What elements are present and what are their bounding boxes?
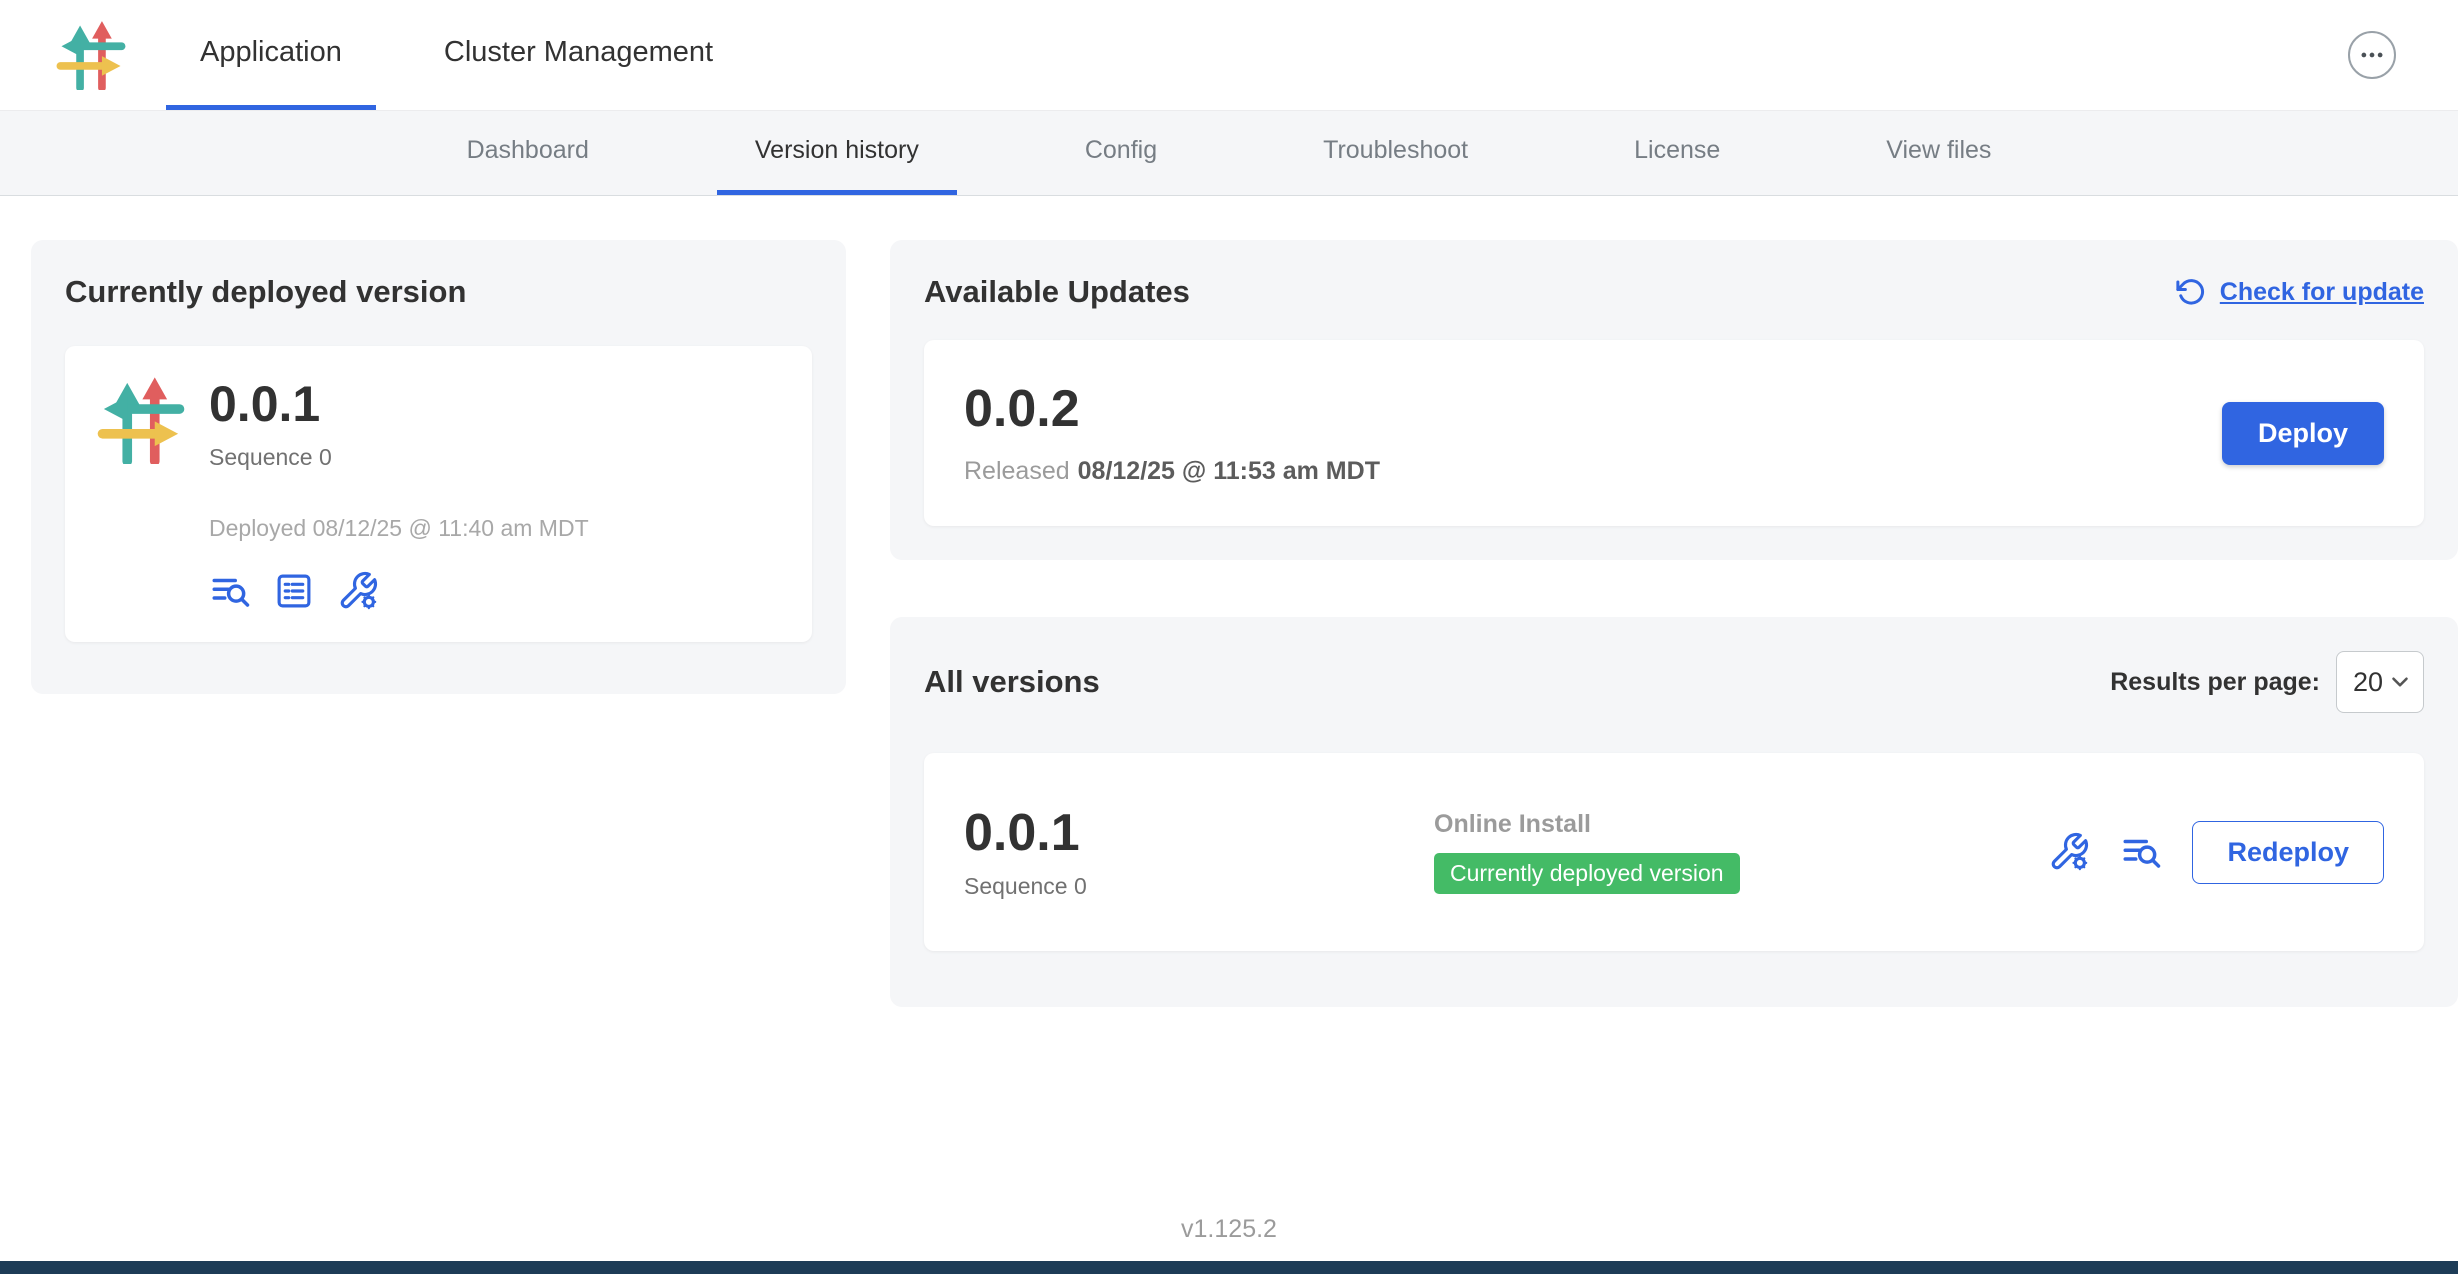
- update-version-details: 0.0.2 Released 08/12/25 @ 11:53 am MDT: [964, 381, 1380, 486]
- deploy-logs-icon[interactable]: [2120, 831, 2162, 873]
- check-for-update-link[interactable]: Check for update: [2176, 277, 2424, 307]
- subnav-item-license[interactable]: License: [1596, 111, 1758, 195]
- results-per-page-label: Results per page:: [2110, 668, 2320, 697]
- deployed-card-title: Currently deployed version: [65, 274, 812, 310]
- row-version-number: 0.0.1: [964, 805, 1434, 861]
- version-row: 0.0.1 Sequence 0 Online Install Currentl…: [924, 753, 2424, 951]
- results-per-page-select[interactable]: 20: [2336, 651, 2424, 713]
- preflight-checks-icon[interactable]: [273, 570, 315, 612]
- row-actions: Redeploy: [2048, 821, 2384, 884]
- row-install-type: Online Install: [1434, 810, 2048, 839]
- results-per-page: Results per page: 20: [2110, 651, 2424, 713]
- deployed-version-details: 0.0.1 Sequence 0 Deployed 08/12/25 @ 11:…: [209, 376, 589, 612]
- app-logo: [56, 0, 126, 110]
- row-sequence: Sequence 0: [964, 873, 1434, 900]
- subnav-item-view-files[interactable]: View files: [1848, 111, 2029, 195]
- bottom-bar: [0, 1261, 2458, 1274]
- deployed-actions: [209, 570, 589, 612]
- update-version-number: 0.0.2: [964, 381, 1380, 437]
- app-subnav: Dashboard Version history Config Trouble…: [0, 111, 2458, 196]
- subnav-item-dashboard[interactable]: Dashboard: [429, 111, 627, 195]
- released-date: 08/12/25 @ 11:53 am MDT: [1078, 457, 1380, 485]
- subnav-item-troubleshoot[interactable]: Troubleshoot: [1285, 111, 1506, 195]
- deployed-timestamp: Deployed 08/12/25 @ 11:40 am MDT: [209, 515, 589, 542]
- subnav-item-config[interactable]: Config: [1047, 111, 1195, 195]
- deployed-version-card: 0.0.1 Sequence 0 Deployed 08/12/25 @ 11:…: [65, 346, 812, 642]
- chevron-down-icon: [2387, 669, 2413, 695]
- all-versions-card: All versions Results per page: 20 0.0: [890, 617, 2458, 1007]
- refresh-icon: [2176, 277, 2206, 307]
- currently-deployed-badge: Currently deployed version: [1434, 853, 1740, 894]
- deployed-sequence: Sequence 0: [209, 444, 589, 471]
- check-for-update-label: Check for update: [2220, 278, 2424, 307]
- main-content: Currently deployed version 0.0.1 Sequenc…: [0, 196, 2458, 1007]
- deploy-logs-icon[interactable]: [209, 570, 251, 612]
- available-updates-title: Available Updates: [924, 274, 1190, 310]
- deploy-button[interactable]: Deploy: [2222, 402, 2384, 465]
- tab-application[interactable]: Application: [166, 0, 376, 110]
- right-column: Available Updates Check for update 0.0.2…: [890, 240, 2458, 1007]
- ellipsis-icon: [2357, 40, 2387, 70]
- all-versions-header: All versions Results per page: 20: [924, 651, 2424, 713]
- available-updates-header: Available Updates Check for update: [924, 274, 2424, 310]
- app-logo-arrows-icon: [97, 376, 185, 464]
- version-history-page: Application Cluster Management Dashboard…: [0, 0, 2458, 1274]
- deployed-version-number: 0.0.1: [209, 376, 589, 432]
- subnav-item-version-history[interactable]: Version history: [717, 111, 957, 195]
- tab-cluster-management[interactable]: Cluster Management: [410, 0, 747, 110]
- edit-config-icon[interactable]: [337, 570, 379, 612]
- topnav-spacer: [747, 0, 2348, 110]
- all-versions-title: All versions: [924, 664, 1100, 700]
- results-per-page-value: 20: [2353, 667, 2383, 698]
- more-menu-button[interactable]: [2348, 31, 2396, 79]
- released-prefix: Released: [964, 457, 1070, 485]
- currently-deployed-card: Currently deployed version 0.0.1 Sequenc…: [31, 240, 846, 694]
- app-logo-arrows-icon: [56, 20, 126, 90]
- row-version-details: 0.0.1 Sequence 0: [964, 805, 1434, 900]
- top-navbar: Application Cluster Management: [0, 0, 2458, 111]
- top-tabs: Application Cluster Management: [166, 0, 747, 110]
- edit-config-icon[interactable]: [2048, 831, 2090, 873]
- console-version: v1.125.2: [0, 1215, 2458, 1244]
- update-version-card: 0.0.2 Released 08/12/25 @ 11:53 am MDT De…: [924, 340, 2424, 526]
- available-updates-card: Available Updates Check for update 0.0.2…: [890, 240, 2458, 560]
- row-status: Online Install Currently deployed versio…: [1434, 810, 2048, 894]
- update-released-line: Released 08/12/25 @ 11:53 am MDT: [964, 457, 1380, 486]
- redeploy-button[interactable]: Redeploy: [2192, 821, 2384, 884]
